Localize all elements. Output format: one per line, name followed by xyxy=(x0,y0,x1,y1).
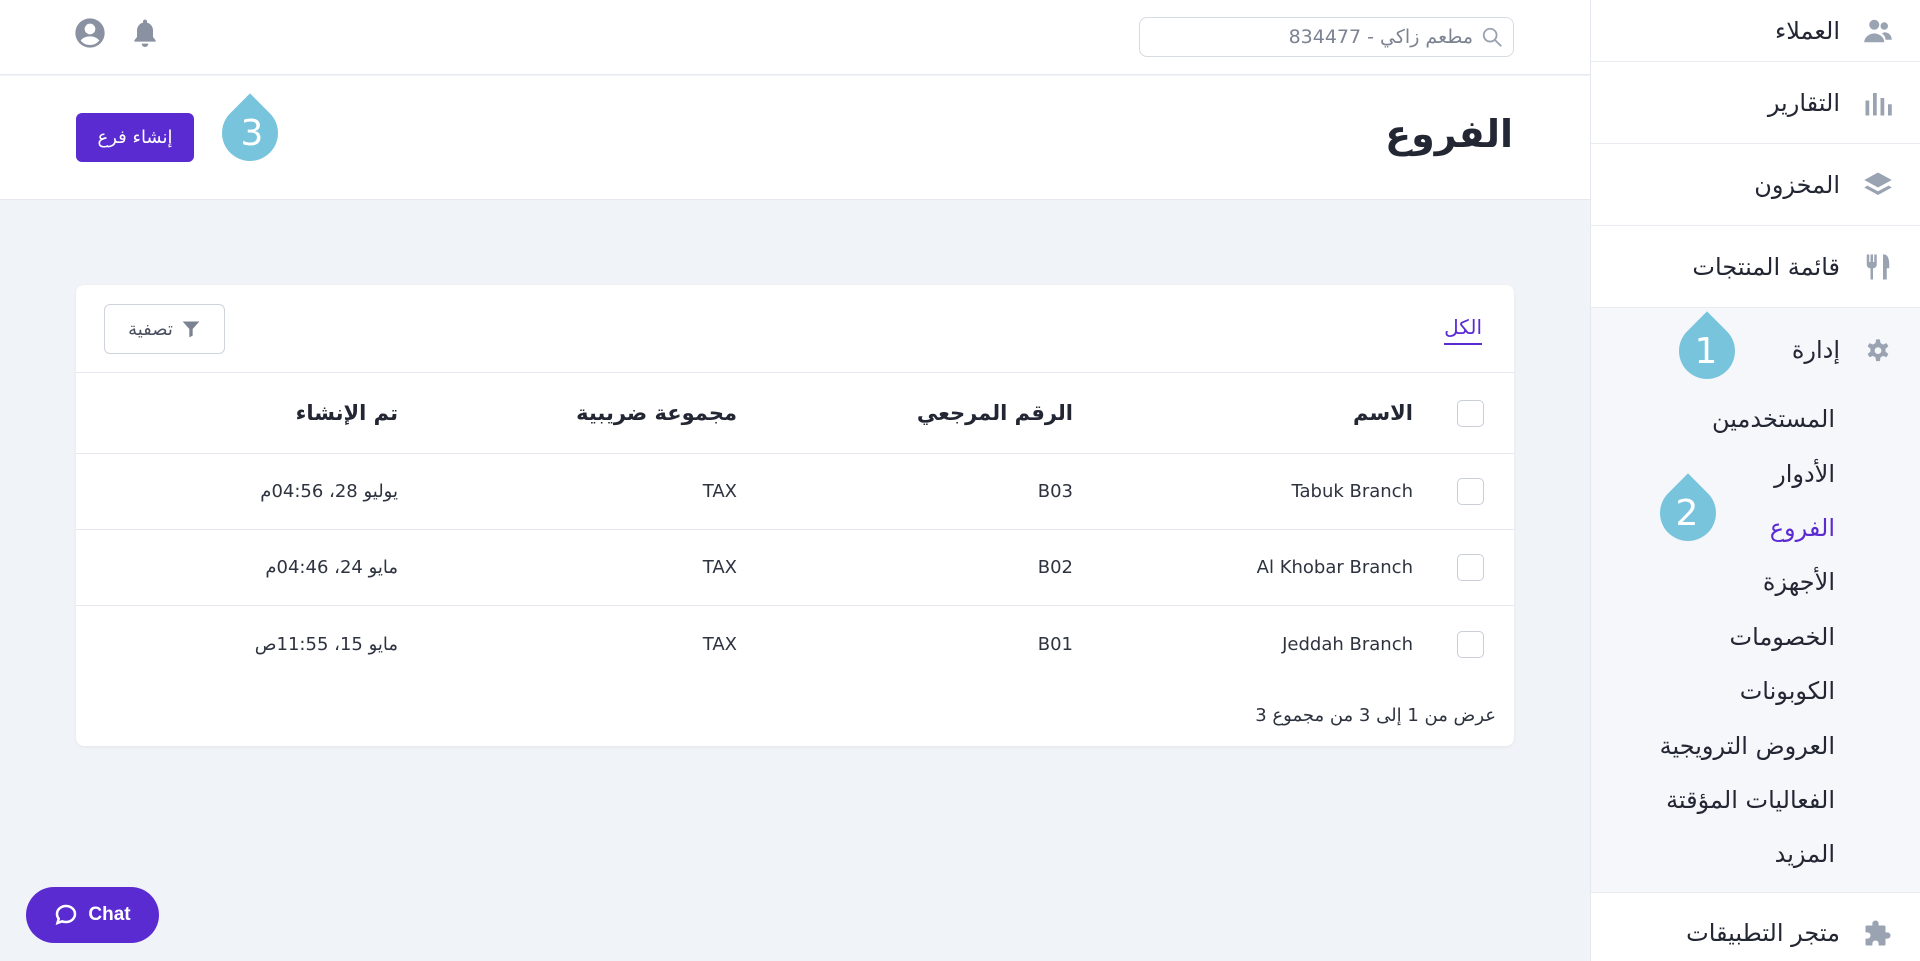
user-avatar-icon[interactable] xyxy=(74,17,106,49)
column-header-tax-group[interactable]: مجموعة ضريبية xyxy=(576,401,737,425)
sidebar-subitem-discounts[interactable]: الخصومات xyxy=(1591,610,1920,664)
sidebar-subitem-promotions[interactable]: العروض الترويجية xyxy=(1591,718,1920,772)
sidebar-item-label: العملاء xyxy=(1774,16,1840,45)
sidebar-subitem-coupons[interactable]: الكوبونات xyxy=(1591,664,1920,718)
create-branch-button[interactable]: إنشاء فرع xyxy=(76,113,194,162)
sidebar-subitem-users[interactable]: المستخدمين xyxy=(1591,392,1920,446)
row-checkbox[interactable] xyxy=(1457,554,1484,581)
cell-tax-group: TAX xyxy=(702,557,737,578)
cell-reference: B02 xyxy=(1037,557,1073,578)
cell-name: Al Khobar Branch xyxy=(1256,557,1413,578)
chat-bubble-icon xyxy=(56,904,77,926)
chat-label: Chat xyxy=(88,904,131,925)
top-bar xyxy=(0,0,1590,75)
bell-icon[interactable] xyxy=(129,17,161,49)
search-input[interactable] xyxy=(1173,26,1473,48)
sidebar-item-customers[interactable]: العملاء xyxy=(1591,0,1920,62)
layers-icon xyxy=(1862,169,1894,201)
sidebar-subitem-more[interactable]: المزيد xyxy=(1591,827,1920,881)
puzzle-icon xyxy=(1862,917,1894,949)
callout-number-3: 3 xyxy=(240,112,264,154)
sidebar-subitem-branches[interactable]: الفروع xyxy=(1591,501,1920,555)
cell-name: Jeddah Branch xyxy=(1282,633,1413,655)
cell-created: يوليو 28، 04:56م xyxy=(260,481,398,502)
search-icon xyxy=(1482,27,1502,47)
sidebar-item-inventory[interactable]: المخزون xyxy=(1591,144,1920,226)
sidebar-item-admin[interactable]: إدارة xyxy=(1591,308,1920,392)
filter-button[interactable]: تصفية xyxy=(104,304,225,354)
row-checkbox[interactable] xyxy=(1457,630,1484,658)
column-header-name[interactable]: الاسم xyxy=(1353,401,1413,425)
branches-card: الكل تصفية الاسم الرقم المرجعي مجموعة ضر… xyxy=(76,285,1514,746)
callout-number-1: 1 xyxy=(1694,330,1718,372)
table-row[interactable]: Tabuk Branch B03 TAX يوليو 28، 04:56م xyxy=(76,454,1514,530)
cell-created: مايو 15، 11:55ص xyxy=(254,633,398,655)
sidebar-item-label: متجر التطبيقات xyxy=(1686,919,1840,948)
table-header-row: الاسم الرقم المرجعي مجموعة ضريبية تم الإ… xyxy=(76,373,1514,454)
filter-icon xyxy=(182,321,200,338)
row-checkbox[interactable] xyxy=(1457,478,1484,505)
table-row[interactable]: Al Khobar Branch B02 TAX مايو 24، 04:46م xyxy=(76,530,1514,606)
sidebar-item-label: التقارير xyxy=(1767,88,1840,117)
gear-icon xyxy=(1862,334,1894,366)
table-row[interactable]: Jeddah Branch B01 TAX مايو 15، 11:55ص xyxy=(76,606,1514,682)
search-box[interactable] xyxy=(1139,17,1514,57)
bar-chart-icon xyxy=(1862,87,1894,119)
sidebar-subitem-devices[interactable]: الأجهزة xyxy=(1591,555,1920,609)
users-icon xyxy=(1862,15,1894,47)
column-header-reference[interactable]: الرقم المرجعي xyxy=(917,401,1073,425)
sidebar-subitem-roles[interactable]: الأدوار xyxy=(1591,446,1920,500)
select-all-checkbox[interactable] xyxy=(1457,399,1484,427)
sidebar-subitem-timed-events[interactable]: الفعاليات المؤقتة xyxy=(1591,773,1920,827)
column-header-created[interactable]: تم الإنشاء xyxy=(296,401,398,425)
cell-created: مايو 24، 04:46م xyxy=(265,557,398,578)
sidebar-item-menu[interactable]: قائمة المنتجات xyxy=(1591,226,1920,308)
callout-number-2: 2 xyxy=(1675,492,1699,534)
utensils-icon xyxy=(1862,251,1894,283)
cell-tax-group: TAX xyxy=(702,481,737,502)
chat-button[interactable]: Chat xyxy=(26,887,159,943)
cell-name: Tabuk Branch xyxy=(1291,481,1413,502)
filter-label: تصفية xyxy=(128,318,173,340)
cell-reference: B01 xyxy=(1037,633,1073,655)
tab-all[interactable]: الكل xyxy=(1444,315,1482,345)
sidebar: العملاء التقارير المخزون قائمة المنتجات … xyxy=(1590,0,1920,961)
cell-tax-group: TAX xyxy=(702,633,737,655)
sidebar-item-label: المخزون xyxy=(1754,170,1840,199)
card-toolbar: الكل تصفية xyxy=(76,285,1514,373)
sidebar-item-label: قائمة المنتجات xyxy=(1692,252,1840,281)
page-title: الفروع xyxy=(1385,112,1513,156)
sidebar-item-reports[interactable]: التقارير xyxy=(1591,62,1920,144)
sidebar-admin-label: إدارة xyxy=(1791,336,1840,364)
cell-reference: B03 xyxy=(1037,481,1073,502)
pagination-summary: عرض من 1 إلى 3 من مجموع 3 xyxy=(1255,705,1496,726)
sidebar-item-app-store[interactable]: متجر التطبيقات xyxy=(1591,893,1920,961)
sidebar-admin-group: إدارة المستخدمين الأدوار الفروع الأجهزة … xyxy=(1591,308,1920,893)
